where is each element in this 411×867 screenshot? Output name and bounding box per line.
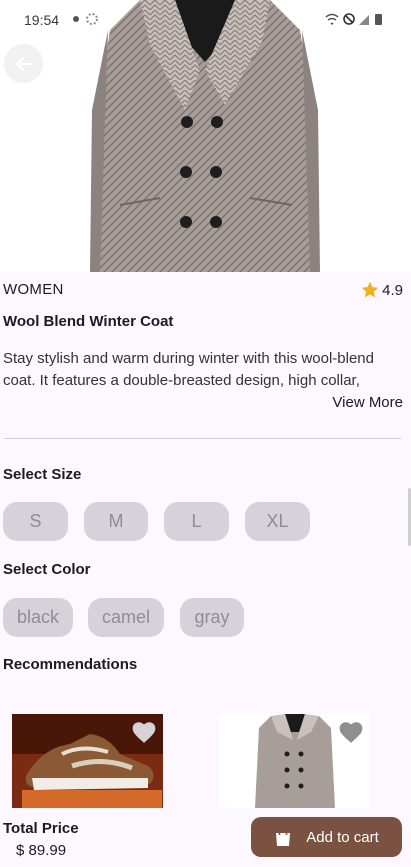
recommendation-card[interactable] [12,714,163,810]
back-button[interactable] [4,44,43,83]
rating-value: 4.9 [382,281,403,299]
heart-icon[interactable] [338,720,364,749]
size-chip-l[interactable]: L [164,502,229,541]
status-time: 19:54 [24,12,60,28]
add-to-cart-label: Add to cart [306,828,379,846]
product-image [0,0,411,272]
notification-icons [72,12,102,31]
star-icon [361,281,379,298]
divider [4,438,401,439]
add-to-cart-button[interactable]: Add to cart [251,817,402,857]
size-chip-s[interactable]: S [3,502,68,541]
system-icons [325,12,387,31]
select-size-label: Select Size [3,466,82,483]
shopping-bag-icon [276,827,291,846]
select-color-label: Select Color [3,561,91,578]
color-chip-gray[interactable]: gray [180,598,244,637]
product-description: Stay stylish and warm during winter with… [3,350,374,389]
arrow-left-icon [15,56,32,71]
heart-icon[interactable] [131,720,157,749]
recommendations-label: Recommendations [3,656,138,673]
color-chip-black[interactable]: black [3,598,73,637]
product-title: Wool Blend Winter Coat [3,313,174,330]
total-price-label: Total Price [3,820,79,837]
total-price-value: $ 89.99 [16,842,67,859]
product-category: WOMEN [3,281,64,298]
recommendation-card[interactable] [219,714,370,810]
status-bar: 19:54 [0,0,411,40]
color-chip-camel[interactable]: camel [88,598,164,637]
size-chip-xl[interactable]: XL [245,502,310,541]
product-rating: 4.9 [360,280,403,300]
size-chip-m[interactable]: M [84,502,148,541]
view-more-link[interactable]: View More [332,394,403,411]
